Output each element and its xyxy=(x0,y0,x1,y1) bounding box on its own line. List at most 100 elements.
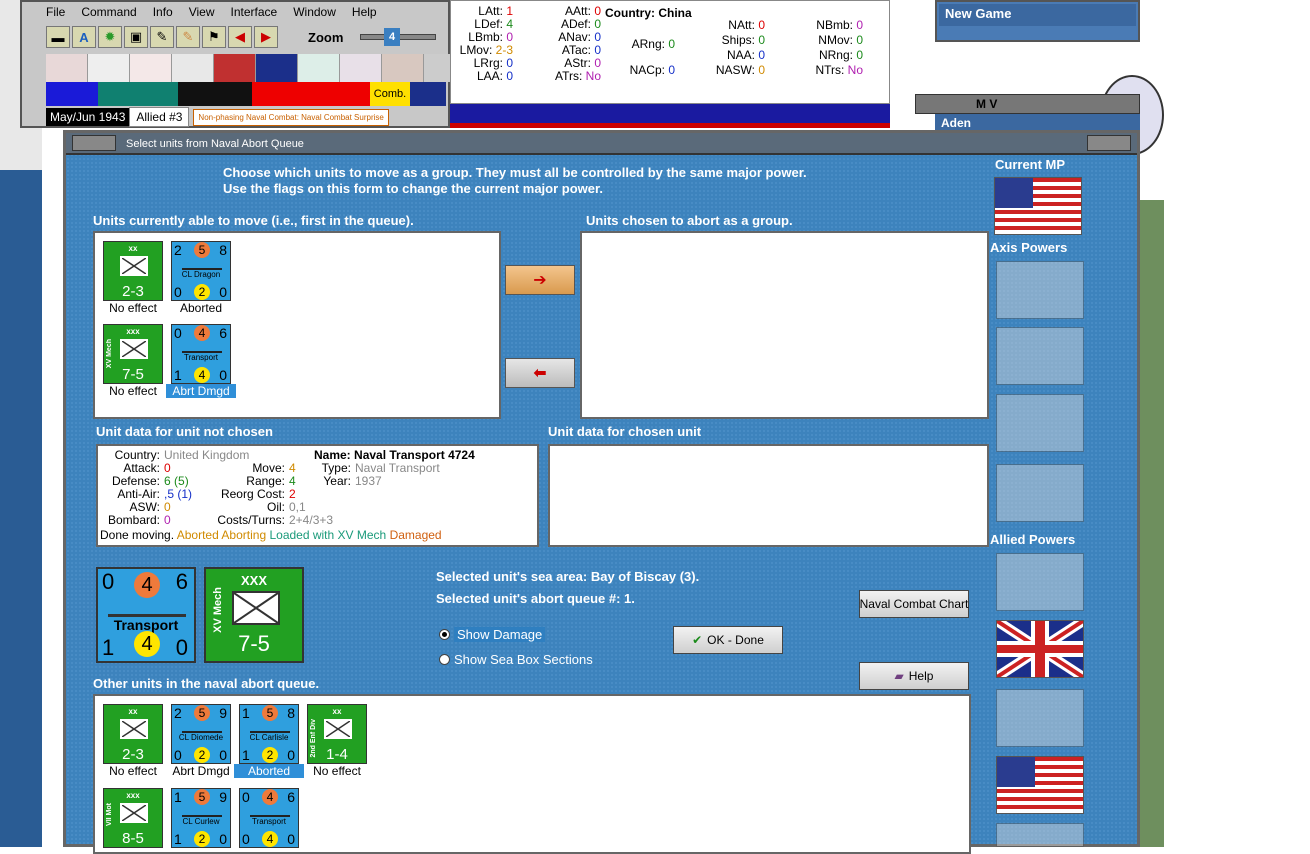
italy-flag-icon[interactable] xyxy=(996,327,1084,385)
unit-counter[interactable]: xxx XV Mech 7-5 xyxy=(103,324,163,384)
unit-bl: 0 xyxy=(174,747,182,763)
checkmark-icon: ✔ xyxy=(692,633,703,647)
close-icon[interactable] xyxy=(1087,135,1131,151)
unit-br: 0 xyxy=(219,284,227,300)
italy-flag-icon[interactable] xyxy=(88,54,130,82)
able-units-list[interactable]: xx 2-3 No effect 2 5 8 CL Dragon 0 2 0 Aborted xxx X… xyxy=(93,231,501,419)
mv-bar[interactable]: M V xyxy=(915,94,1140,114)
naval-combat-chart-button[interactable]: Naval Combat Chart xyxy=(859,590,969,618)
help-button[interactable]: ▰ Help xyxy=(859,662,969,690)
other-units-list[interactable]: xx 2-3 No effect 2 5 9 CL Diomede 0 2 0 Abrt Dmgd 1… xyxy=(93,694,971,854)
unit-counter[interactable]: xx 2-3 xyxy=(103,704,163,764)
phase-text: Non-phasing Naval Combat: Naval Combat S… xyxy=(193,108,389,126)
unit-counter[interactable]: 0 4 6 Transport 0 4 0 xyxy=(239,788,299,848)
stats-col-air: AAtt: 0 ADef: 0 ANav: 0 ATac: 0 AStr: 0 ATrs:… xyxy=(521,5,601,83)
unit-bl: 0 xyxy=(174,284,182,300)
tank-icon[interactable]: ▬ xyxy=(46,26,70,48)
usa-flag-icon[interactable] xyxy=(340,54,382,82)
unit-counter[interactable]: 1 5 9 CL Curlew 1 2 0 xyxy=(171,788,231,848)
unit-name: CL Diomede xyxy=(178,733,224,742)
unit-counter[interactable]: xx 2nd Enf Div 1-4 xyxy=(307,704,367,764)
menu-command[interactable]: Command xyxy=(81,5,136,23)
unit-tl: 1 xyxy=(242,705,250,721)
menu-bar: File Command Info View Interface Window … xyxy=(46,5,377,23)
flag-icon[interactable]: ⚑ xyxy=(202,26,226,48)
china-flag-icon[interactable] xyxy=(996,553,1084,611)
japan-flag-icon[interactable] xyxy=(996,394,1084,452)
dialog-titlebar: Select units from Naval Abort Queue xyxy=(66,133,1137,155)
menu-info[interactable]: Info xyxy=(153,5,173,23)
font-a-icon[interactable]: A xyxy=(72,26,96,48)
vichy-flag-icon[interactable] xyxy=(996,464,1084,522)
soviet-flag-icon[interactable] xyxy=(382,54,424,82)
allied-powers-heading: Allied Powers xyxy=(990,532,1076,547)
unit-size: xx xyxy=(128,244,138,253)
power-flag-row xyxy=(46,54,452,82)
arrow-right-icon[interactable]: ▶ xyxy=(254,26,278,48)
stat-row: NMov: 0 xyxy=(818,33,863,47)
usa-flag-icon[interactable] xyxy=(996,756,1084,814)
unit-status-label: No effect xyxy=(109,301,157,315)
allied-turn: Allied #3 xyxy=(129,107,190,127)
germany-flag-icon[interactable] xyxy=(46,54,88,82)
book-icon: ▰ xyxy=(894,669,904,683)
unit-counter[interactable]: 2 5 9 CL Diomede 0 2 0 xyxy=(171,704,231,764)
unit-data-chosen-box xyxy=(548,444,989,547)
unit-status-label: No effect xyxy=(109,764,157,778)
show-damage-radio[interactable]: Show Damage xyxy=(439,627,546,642)
menu-file[interactable]: File xyxy=(46,5,65,23)
unit-counter[interactable]: 0 4 6 Transport 1 4 0 xyxy=(169,322,233,386)
menu-view[interactable]: View xyxy=(189,5,215,23)
unit-tr: 9 xyxy=(219,705,227,721)
unit-tr: 6 xyxy=(219,325,227,341)
ship-silhouette-icon xyxy=(182,262,222,270)
stats-col-naval: NAtt: 0 Ships: 0 NAA: 0 NASW: 0 xyxy=(701,18,765,78)
instruction-1: Choose which units to move as a group. T… xyxy=(223,165,807,180)
save-icon[interactable]: ▣ xyxy=(124,26,148,48)
ship-silhouette-icon xyxy=(182,809,222,817)
unit-tm: 4 xyxy=(262,789,278,805)
abort-queue-text: Selected unit's abort queue #: 1. xyxy=(436,591,635,606)
menu-interface[interactable]: Interface xyxy=(231,5,278,23)
zoom-thumb[interactable]: 4 xyxy=(384,28,400,46)
new-game-title[interactable]: New Game xyxy=(939,4,1136,26)
arrow-left-icon[interactable]: ◀ xyxy=(228,26,252,48)
infantry-symbol-icon xyxy=(232,591,280,625)
ok-done-button[interactable]: ✔ OK - Done xyxy=(673,626,783,654)
add-to-group-button[interactable]: ➔ xyxy=(505,265,575,295)
china-flag-icon[interactable] xyxy=(214,54,256,82)
france-flag-icon[interactable] xyxy=(172,54,214,82)
menu-window[interactable]: Window xyxy=(293,5,336,23)
pencil-icon[interactable]: ✎ xyxy=(176,26,200,48)
france-flag-icon[interactable] xyxy=(996,689,1084,747)
edit-icon[interactable]: ✎ xyxy=(150,26,174,48)
able-units-heading: Units currently able to move (i.e., firs… xyxy=(93,213,414,228)
gear-icon[interactable]: ✹ xyxy=(98,26,122,48)
unit-name: CL Dragon xyxy=(181,270,221,279)
unit-side: VII Mot xyxy=(106,803,113,826)
show-sea-box-radio[interactable]: Show Sea Box Sections xyxy=(439,652,593,667)
neutral-flag-icon[interactable] xyxy=(424,54,452,82)
window-menu-icon[interactable] xyxy=(72,135,116,151)
uk-flag-icon[interactable] xyxy=(256,54,298,82)
japan-flag-icon[interactable] xyxy=(130,54,172,82)
unit-status-line: Done moving. Aborted Aborting Loaded wit… xyxy=(100,528,442,542)
unit-br: 0 xyxy=(219,831,227,847)
unit-bl: 1 xyxy=(242,747,250,763)
unit-counter[interactable]: 1 5 8 CL Carlisle 1 2 0 xyxy=(237,702,301,766)
unit-str: 1-4 xyxy=(326,746,348,763)
germany-flag-icon[interactable] xyxy=(996,261,1084,319)
unit-str: 7-5 xyxy=(122,366,144,383)
menu-help[interactable]: Help xyxy=(352,5,377,23)
remove-from-group-button[interactable]: ⬅ xyxy=(505,358,575,388)
chosen-units-list[interactable] xyxy=(580,231,989,419)
unit-counter[interactable]: xxx VII Mot 8-5 xyxy=(103,788,163,848)
unit-status-label: Aborted xyxy=(234,764,304,778)
ship-silhouette-icon xyxy=(250,809,290,817)
ussr-flag-icon[interactable] xyxy=(996,823,1084,847)
uk-flag-icon[interactable] xyxy=(994,616,1086,682)
ussr-flag-icon[interactable] xyxy=(298,54,340,82)
unit-counter[interactable]: 2 5 8 CL Dragon 0 2 0 xyxy=(171,241,231,301)
unit-br: 0 xyxy=(219,367,227,383)
unit-counter[interactable]: xx 2-3 xyxy=(103,241,163,301)
